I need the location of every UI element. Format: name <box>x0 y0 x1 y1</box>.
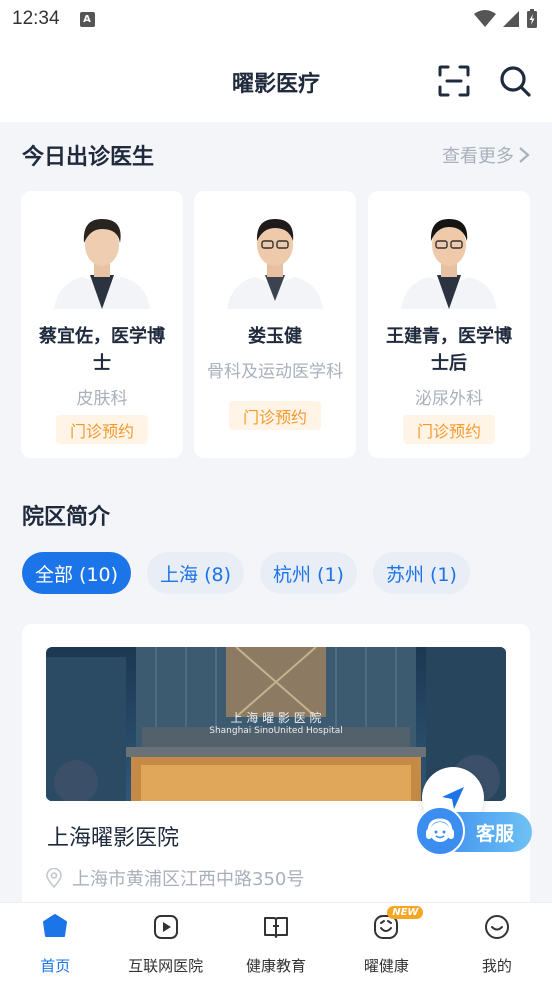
filter-chip-all[interactable]: 全部 (10) <box>22 552 132 594</box>
hospital-sign-cn: 上 海 曜 影 医 院 <box>230 710 321 725</box>
status-icons <box>474 9 538 29</box>
tab-mine[interactable]: 我的 <box>442 903 552 983</box>
doctor-name: 王建青，医学博士后 <box>386 326 512 374</box>
doctor-photo <box>227 219 323 309</box>
appointment-button[interactable]: 门诊预约 <box>229 401 321 430</box>
doctor-card[interactable]: 娄玉健 骨科及运动医学科 门诊预约 <box>194 191 356 458</box>
status-bar: 12:34 A <box>0 0 552 38</box>
hospital-sign-en: Shanghai SinoUnited Hospital <box>209 726 343 736</box>
tab-label: 首页 <box>40 957 71 975</box>
doctor-name: 娄玉健 <box>248 326 302 347</box>
tab-label: 曜健康 <box>363 957 409 975</box>
doctor-name: 蔡宜佐，医学博士 <box>39 326 165 374</box>
book-icon <box>264 917 289 938</box>
customer-service-button[interactable]: 客服 <box>415 806 532 856</box>
tab-label: 健康教育 <box>246 957 307 975</box>
doctor-dept: 泌尿外科 <box>415 389 483 409</box>
hospital-address: 上海市黄浦区江西中路350号 <box>46 865 304 891</box>
battery-icon <box>527 9 537 28</box>
campus-section-title: 院区简介 <box>22 505 111 530</box>
location-pin-icon <box>46 868 62 888</box>
campus-filter-row: 全部 (10) 上海 (8) 杭州 (1) 苏州 (1) <box>22 552 470 594</box>
smile-icon <box>484 915 509 939</box>
filter-chip-suzhou[interactable]: 苏州 (1) <box>372 552 470 594</box>
doctor-photo <box>54 219 150 309</box>
scan-icon[interactable] <box>437 64 471 98</box>
hospital-address-text: 上海市黄浦区江西中路350号 <box>72 869 305 890</box>
doctor-dept: 皮肤科 <box>76 389 128 409</box>
status-time: 12:34 <box>12 8 60 29</box>
appointment-button[interactable]: 门诊预约 <box>56 415 148 444</box>
more-doctors-link[interactable]: 查看更多 <box>442 142 530 168</box>
tab-internet-hospital[interactable]: 互联网医院 <box>110 903 220 983</box>
home-icon <box>43 914 68 937</box>
doctors-section-title: 今日出诊医生 <box>22 145 155 170</box>
tab-label: 互联网医院 <box>128 957 204 975</box>
app-header: 曜影医疗 <box>0 38 552 122</box>
doctor-photo <box>401 219 497 309</box>
chevron-right-icon <box>519 147 530 163</box>
hospital-name: 上海曜影医院 <box>47 826 180 851</box>
tab-label: 我的 <box>481 957 512 975</box>
notification-a-icon: A <box>79 11 95 27</box>
tab-home[interactable]: 首页 <box>0 903 110 983</box>
filter-chip-shanghai[interactable]: 上海 (8) <box>147 552 245 594</box>
signal-icon <box>503 11 519 27</box>
search-icon[interactable] <box>498 64 532 98</box>
appointment-button[interactable]: 门诊预约 <box>403 415 495 444</box>
play-icon <box>153 915 178 939</box>
filter-chip-hangzhou[interactable]: 杭州 (1) <box>260 552 357 594</box>
headset-icon <box>415 806 465 856</box>
tab-health-education[interactable]: 健康教育 <box>221 903 331 983</box>
doctor-card[interactable]: 蔡宜佐，医学博士 皮肤科 门诊预约 <box>21 191 183 458</box>
bottom-tab-bar: 首页 互联网医院 健康教育 NEW 曜健康 我的 <box>0 902 552 983</box>
tab-yao-health[interactable]: NEW 曜健康 <box>331 903 441 983</box>
more-label: 查看更多 <box>442 146 514 167</box>
doctor-card[interactable]: 王建青，医学博士后 泌尿外科 门诊预约 <box>368 191 530 458</box>
wifi-icon <box>474 10 496 27</box>
doctor-dept: 骨科及运动医学科 <box>207 362 343 382</box>
new-badge: NEW <box>387 906 424 919</box>
